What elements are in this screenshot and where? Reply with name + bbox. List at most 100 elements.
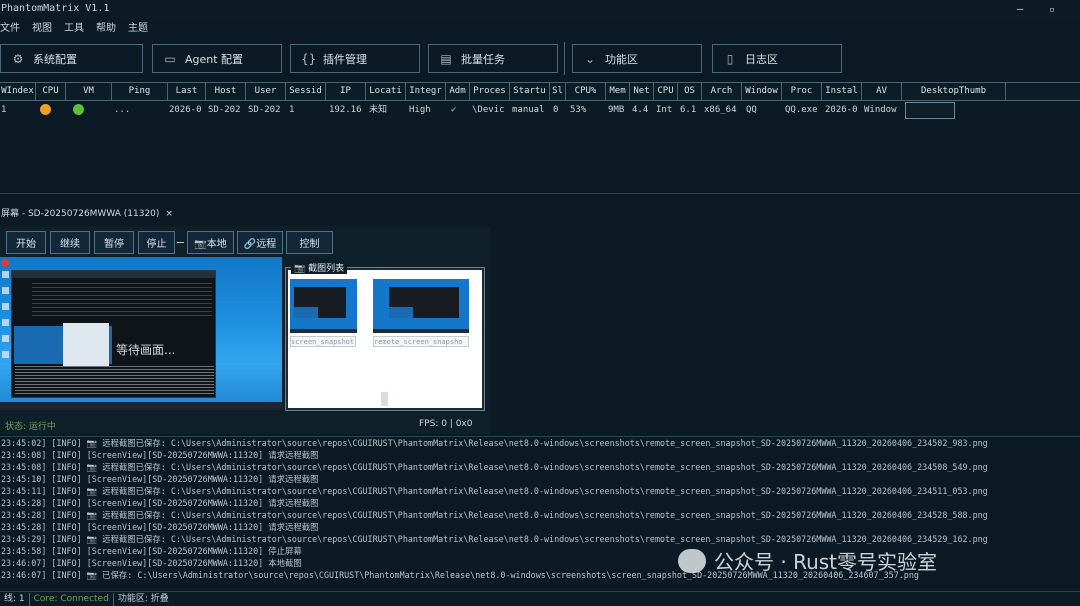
- control-button[interactable]: 控制: [286, 231, 333, 254]
- remote-snapshot-button[interactable]: 🔗远程: [237, 231, 283, 254]
- desktop-icon: [2, 351, 9, 358]
- maximize-icon[interactable]: ▫: [1045, 3, 1059, 17]
- resume-button[interactable]: 继续: [50, 231, 90, 254]
- wechat-icon: [678, 548, 706, 573]
- col-header-integrity[interactable]: Integr: [406, 83, 446, 100]
- col-header-mem[interactable]: Mem: [606, 83, 630, 100]
- cell-av: Window: [864, 105, 897, 115]
- screenshot-label: screen_snapshot: [290, 336, 356, 347]
- screenshot-thumb[interactable]: [290, 279, 357, 333]
- vm-status-icon: [73, 104, 84, 115]
- pause-button[interactable]: 暂停: [94, 231, 134, 254]
- local-snapshot-button[interactable]: 📷本地: [187, 231, 234, 254]
- col-header-location[interactable]: Locati: [366, 83, 406, 100]
- col-header-last[interactable]: Last: [168, 83, 206, 100]
- status-bar: 线: 1 Core: Connected 功能区: 折叠: [0, 591, 1080, 606]
- scrollbar[interactable]: [381, 392, 388, 406]
- cpu-status-dot: [40, 101, 60, 120]
- col-header-sleep[interactable]: Sl: [550, 83, 566, 100]
- screenshot-thumb[interactable]: [373, 279, 469, 333]
- desktop-icon: [2, 303, 9, 310]
- cell-process: \Devic: [472, 105, 505, 115]
- desktop-icon: [2, 287, 9, 294]
- screen-tab-title: 屏幕 - SD-20250726MWWA (11320): [1, 209, 160, 219]
- braces-icon: {}: [301, 51, 317, 66]
- col-header-vm[interactable]: VM: [66, 83, 112, 100]
- log-line: 23:45:29] [INFO] 📷 远程截图已保存: C:\Users\Adm…: [1, 534, 988, 544]
- system-config-button[interactable]: ⚙ 系统配置: [0, 44, 143, 73]
- grid-divider: [0, 193, 1080, 194]
- desktop-icon: [2, 271, 9, 278]
- cell-arch: x86_64: [704, 105, 737, 115]
- col-header-net[interactable]: Net: [630, 83, 654, 100]
- log-line: 23:45:02] [INFO] 📷 远程截图已保存: C:\Users\Adm…: [1, 438, 988, 448]
- col-header-desktop-thumb[interactable]: DesktopThumb: [902, 83, 1006, 100]
- desktop-thumbnail[interactable]: [905, 102, 955, 119]
- stop-button[interactable]: 停止: [138, 231, 175, 254]
- cell-host: SD-202: [208, 105, 241, 115]
- cell-mem: 9MB: [608, 105, 625, 115]
- document-icon: ▤: [440, 51, 452, 66]
- cell-user: SD-202: [248, 105, 281, 115]
- start-button[interactable]: 开始: [6, 231, 46, 254]
- cell-cpu-model: Int: [656, 105, 673, 115]
- col-header-sessid[interactable]: Sessid: [286, 83, 326, 100]
- close-icon[interactable]: ×: [165, 209, 173, 219]
- col-header-os[interactable]: OS: [678, 83, 702, 100]
- col-header-user[interactable]: User: [246, 83, 286, 100]
- col-header-process[interactable]: Proces: [470, 83, 510, 100]
- menu-view[interactable]: 视图: [32, 20, 52, 38]
- cpu-status-icon: [40, 104, 51, 115]
- cell-os: 6.1: [680, 105, 697, 115]
- col-header-proc[interactable]: Proc: [782, 83, 822, 100]
- fps-readout: FPS: 0 | 0x0: [419, 419, 473, 429]
- cell-sleep: 0: [553, 105, 559, 115]
- menu-file[interactable]: 文件: [0, 20, 20, 38]
- menu-theme[interactable]: 主题: [128, 20, 148, 38]
- log-line: 23:45:58] [INFO] [ScreenView][SD-2025072…: [1, 546, 302, 556]
- chevron-down-icon: ⌄: [584, 51, 596, 66]
- cell-window: QQ: [746, 105, 757, 115]
- cell-startup: manual: [512, 105, 545, 115]
- agent-config-button[interactable]: ▭ Agent 配置: [152, 44, 282, 73]
- log-icon: ▯: [726, 51, 734, 66]
- cell-install: 2026-0: [825, 105, 858, 115]
- menu-bar: 文件 视图 工具 帮助 主题: [0, 20, 1080, 38]
- cell-proc: QQ.exe: [785, 105, 818, 115]
- menu-tools[interactable]: 工具: [64, 20, 84, 38]
- gear-icon: ⚙: [12, 51, 24, 66]
- col-header-ip[interactable]: IP: [326, 83, 366, 100]
- col-header-startup[interactable]: Startu: [510, 83, 550, 100]
- log-area-label: 日志区: [745, 52, 778, 66]
- thumb-preview: [389, 307, 413, 318]
- col-header-av[interactable]: AV: [862, 83, 902, 100]
- log-area-button[interactable]: ▯ 日志区: [712, 44, 842, 73]
- log-line: 23:45:28] [INFO] [ScreenView][SD-2025072…: [1, 498, 319, 508]
- col-header-arch[interactable]: Arch: [702, 83, 742, 100]
- col-header-windex[interactable]: WIndex: [0, 83, 36, 100]
- col-header-install[interactable]: Instal: [822, 83, 862, 100]
- log-line: 23:45:11] [INFO] 📷 远程截图已保存: C:\Users\Adm…: [1, 486, 988, 496]
- minimize-icon[interactable]: –: [1013, 2, 1027, 16]
- col-header-cpu-pct[interactable]: CPU%: [566, 83, 606, 100]
- vm-status-dot: [73, 101, 93, 120]
- cell-ping: ...: [114, 105, 131, 115]
- cell-index: 1: [1, 105, 7, 115]
- col-header-cpu[interactable]: CPU: [36, 83, 66, 100]
- function-area-label: 功能区: [605, 52, 638, 66]
- col-header-host[interactable]: Host: [206, 83, 246, 100]
- grid-header: WIndex CPU VM Ping Last Host User Sessid…: [0, 82, 1080, 101]
- log-line: 23:45:28] [INFO] [ScreenView][SD-2025072…: [1, 522, 319, 532]
- batch-task-button[interactable]: ▤ 批量任务: [428, 44, 558, 73]
- log-line: 23:46:07] [INFO] [ScreenView][SD-2025072…: [1, 558, 302, 568]
- col-header-window[interactable]: Window: [742, 83, 782, 100]
- col-header-cpu-model[interactable]: CPU: [654, 83, 678, 100]
- remote-screen-view[interactable]: 等待画面...: [0, 257, 282, 410]
- plugin-manage-button[interactable]: {} 插件管理: [290, 44, 420, 73]
- col-header-ping[interactable]: Ping: [112, 83, 168, 100]
- col-header-admin[interactable]: Adm: [446, 83, 470, 100]
- screen-status: 状态: 运行中: [5, 422, 56, 432]
- menu-help[interactable]: 帮助: [96, 20, 116, 38]
- function-area-button[interactable]: ⌄ 功能区: [572, 44, 702, 73]
- screen-tab[interactable]: 屏幕 - SD-20250726MWWA (11320) ×: [1, 206, 173, 219]
